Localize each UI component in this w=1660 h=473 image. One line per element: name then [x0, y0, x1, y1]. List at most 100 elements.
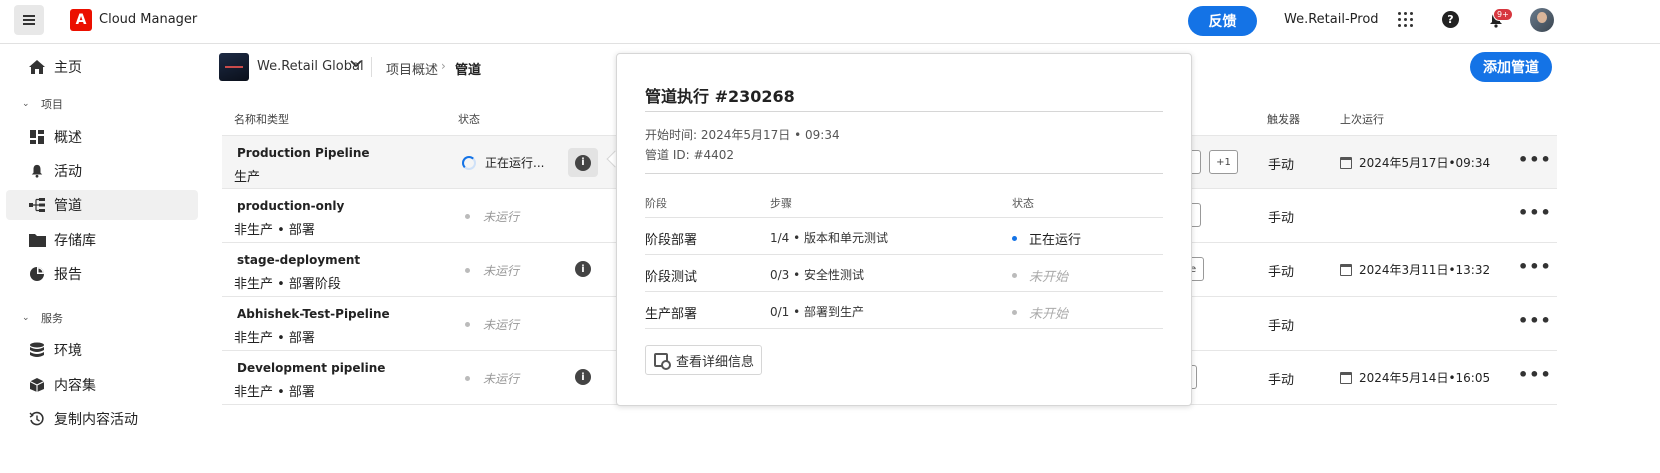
popover-title: 管道执行 #230268	[645, 87, 795, 106]
sidebar-item-label: 存储库	[54, 233, 96, 249]
trigger-value: 手动	[1268, 265, 1295, 280]
pipeline-id: 管道 ID: #4402	[645, 148, 735, 162]
pipeline-name[interactable]: production-only	[237, 199, 344, 213]
view-details-button[interactable]: 查看详细信息	[645, 345, 762, 375]
box-icon	[28, 376, 46, 394]
sidebar-item-label: 环境	[54, 343, 82, 359]
app-switcher-icon[interactable]	[1398, 12, 1413, 27]
stage-row: 阶段测试 0/3 • 安全性测试 未开始	[645, 255, 1163, 292]
sidebar-item-copy-content[interactable]: 复制内容活动	[6, 404, 198, 434]
menu-icon[interactable]	[14, 5, 44, 35]
divider	[371, 57, 372, 77]
database-icon	[28, 341, 46, 359]
sidebar-item-environments[interactable]: 环境	[6, 335, 198, 365]
chevron-down-icon: ⌄	[22, 99, 30, 109]
info-icon[interactable]: i	[575, 261, 591, 277]
last-run: 2024年5月14日•16:05	[1340, 369, 1490, 386]
last-run: 2024年3月11日•13:32	[1340, 261, 1490, 278]
column-header-name[interactable]: 名称和类型	[234, 111, 289, 127]
more-actions-icon[interactable]: •••	[1518, 152, 1552, 168]
stage-status: 未开始	[1012, 303, 1068, 322]
sidebar-item-pipelines[interactable]: 管道	[6, 190, 198, 220]
pipeline-name[interactable]: Development pipeline	[237, 361, 385, 375]
breadcrumb-project-overview[interactable]: 项目概述	[386, 59, 438, 78]
sidebar-item-content-sets[interactable]: 内容集	[6, 370, 198, 400]
status-dot-icon	[1012, 273, 1017, 278]
column-header-status: 状态	[1012, 197, 1034, 210]
sidebar-item-reports[interactable]: 报告	[6, 259, 198, 289]
sidebar-item-label: 报告	[54, 267, 82, 283]
org-switcher[interactable]: We.Retail-Prod	[1284, 12, 1379, 27]
column-header-stage: 阶段	[645, 197, 667, 210]
trigger-value: 手动	[1268, 158, 1295, 173]
folder-icon	[28, 231, 46, 249]
pipeline-type: 生产	[234, 170, 261, 185]
stage-status: 未开始	[1012, 266, 1068, 285]
column-header-status[interactable]: 状态	[458, 111, 480, 127]
status-dot-icon	[465, 268, 470, 273]
info-icon: i	[575, 154, 591, 171]
calendar-icon	[1340, 156, 1352, 169]
status-dot-icon	[465, 376, 470, 381]
more-actions-icon[interactable]: •••	[1518, 205, 1552, 221]
status-label: 未运行	[483, 318, 520, 332]
status-label: 正在运行...	[485, 156, 545, 170]
app-title[interactable]: Cloud Manager	[99, 12, 197, 27]
column-header-last-run[interactable]: 上次运行	[1340, 111, 1384, 127]
pipeline-execution-popover: 管道执行 #230268 开始时间: 2024年5月17日 • 09:34 管道…	[616, 53, 1192, 406]
pie-chart-icon	[28, 265, 46, 283]
status-not-run: 未运行	[465, 370, 519, 387]
help-icon[interactable]: ?	[1442, 11, 1459, 28]
project-switcher[interactable]: We.Retail Global	[257, 59, 364, 74]
feedback-button[interactable]: 反馈	[1188, 6, 1257, 36]
chevron-down-icon: ⌄	[22, 313, 30, 323]
info-button[interactable]: i	[568, 148, 598, 177]
column-header-trigger[interactable]: 触发器	[1267, 111, 1300, 127]
user-avatar[interactable]	[1530, 8, 1554, 32]
status-label: 未运行	[483, 264, 520, 278]
sidebar: 主页 ⌄ 项目 概述 活动 管道 存储库 报告 ⌄ 服务 环境 内容集 复制内容…	[0, 45, 205, 473]
status-dot-icon	[1012, 236, 1017, 241]
sidebar-section-services[interactable]: ⌄ 服务	[22, 310, 63, 326]
pipeline-icon	[28, 196, 46, 214]
pipeline-type: 非生产 • 部署	[234, 331, 315, 346]
status-not-run: 未运行	[465, 262, 519, 279]
history-icon	[28, 410, 46, 428]
sidebar-item-overview[interactable]: 概述	[6, 122, 198, 152]
sidebar-item-label: 主页	[54, 60, 82, 76]
sidebar-item-label: 活动	[54, 164, 82, 180]
pipeline-name[interactable]: stage-deployment	[237, 253, 360, 267]
calendar-icon	[1340, 371, 1352, 384]
breadcrumb-separator: ›	[441, 59, 446, 73]
divider	[645, 111, 1163, 112]
add-pipeline-button[interactable]: 添加管道	[1470, 52, 1552, 82]
pipeline-type: 非生产 • 部署阶段	[234, 277, 341, 292]
trigger-value: 手动	[1268, 211, 1295, 226]
stage-row: 生产部署 0/1 • 部署到生产 未开始	[645, 292, 1163, 329]
status-not-run: 未运行	[465, 208, 519, 225]
more-actions-icon[interactable]: •••	[1518, 367, 1552, 383]
sidebar-item-label: 复制内容活动	[54, 412, 138, 428]
more-actions-icon[interactable]: •••	[1518, 313, 1552, 329]
stage-row: 阶段部署 1/4 • 版本和单元测试 正在运行	[645, 218, 1163, 255]
more-actions-icon[interactable]: •••	[1518, 259, 1552, 275]
start-time: 开始时间: 2024年5月17日 • 09:34	[645, 128, 840, 142]
sidebar-section-projects[interactable]: ⌄ 项目	[22, 96, 63, 112]
chevron-down-icon[interactable]	[350, 58, 362, 71]
divider	[645, 173, 1163, 174]
status-dot-icon	[465, 214, 470, 219]
info-icon[interactable]: i	[575, 369, 591, 385]
sidebar-item-label: 概述	[54, 130, 82, 146]
pipeline-name[interactable]: Abhishek-Test-Pipeline	[237, 307, 390, 321]
pipeline-name[interactable]: Production Pipeline	[237, 146, 370, 160]
sidebar-item-home[interactable]: 主页	[6, 52, 198, 82]
spinner-icon	[462, 155, 476, 170]
sidebar-item-activity[interactable]: 活动	[6, 156, 198, 186]
project-thumbnail	[219, 53, 249, 81]
home-icon	[28, 58, 46, 76]
sidebar-item-repositories[interactable]: 存储库	[6, 225, 198, 255]
stage-name: 阶段部署	[645, 233, 698, 248]
more-tags-chip[interactable]: +1	[1209, 150, 1238, 174]
column-header-step: 步骤	[770, 197, 792, 210]
status-running: 正在运行...	[462, 154, 544, 171]
